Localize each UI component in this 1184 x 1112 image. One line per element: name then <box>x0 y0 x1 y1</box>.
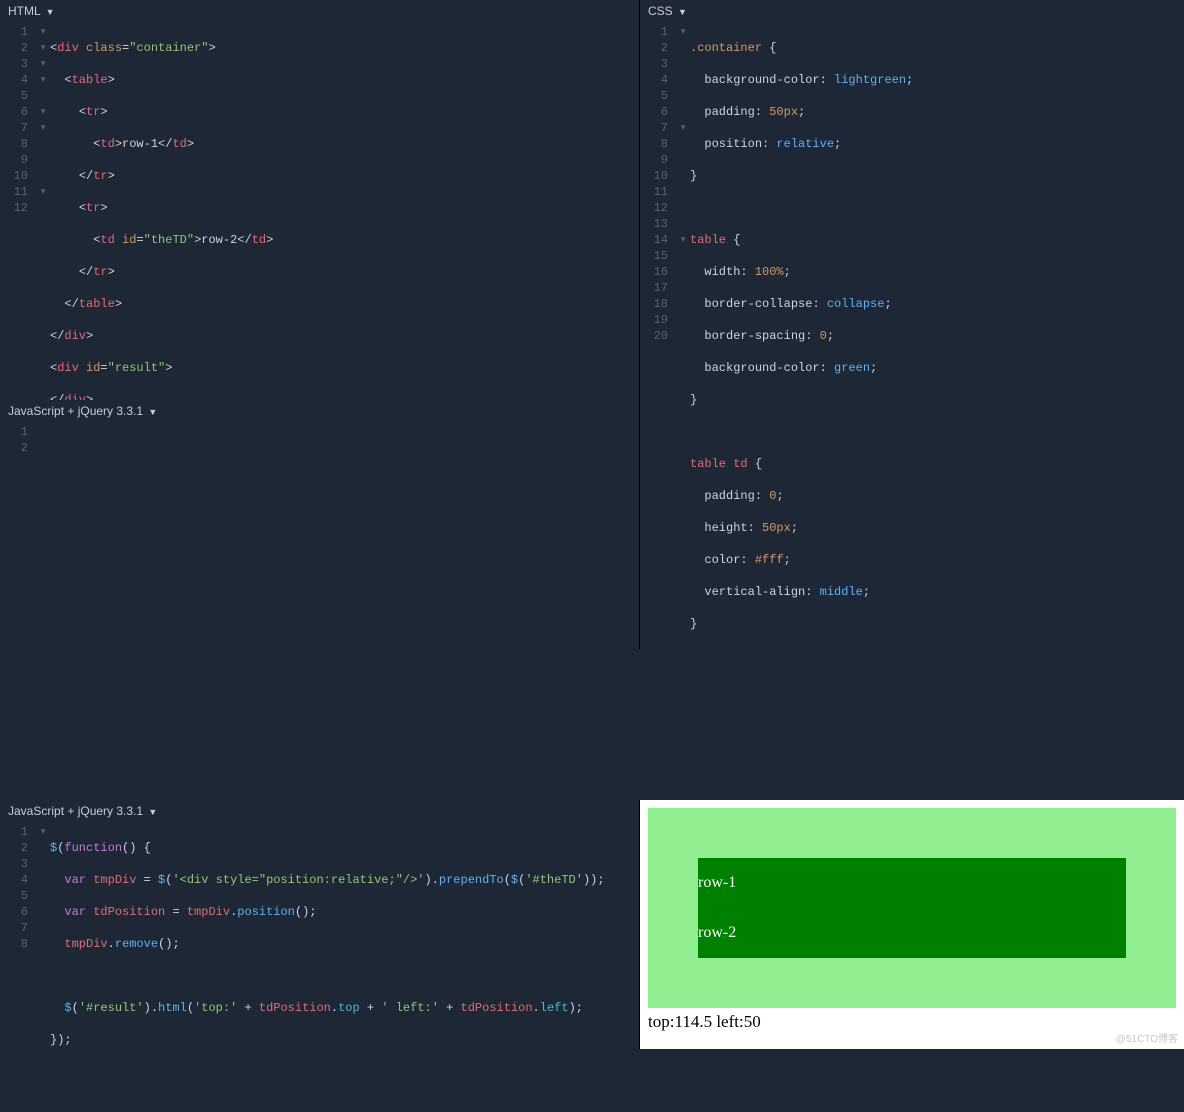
html-pane-label: HTML <box>8 4 40 18</box>
preview-cell-row1: row-1 <box>698 858 1126 908</box>
css-pane-header[interactable]: CSS ▼ <box>640 0 1184 20</box>
preview-result: top:114.5 left:50 <box>648 1012 1176 1032</box>
js-pane-header[interactable]: JavaScript + jQuery 3.3.1 ▼ <box>0 400 639 420</box>
css-code[interactable]: .container { background-color: lightgree… <box>688 20 913 696</box>
js-editor[interactable]: 12345678 ▾ $(function() { var tmpDiv = $… <box>0 820 639 1112</box>
preview-container: row-1 row-2 <box>648 808 1176 1008</box>
js-pane-label: JavaScript + jQuery 3.3.1 <box>8 804 143 818</box>
js-editor-pane: JavaScript + jQuery 3.3.1 ▼ 12 JavaScrip… <box>0 400 640 649</box>
html-fold-column: ▾▾▾▾▾▾▾ <box>38 20 48 440</box>
preview-table: row-1 row-2 <box>698 858 1126 958</box>
chevron-down-icon: ▼ <box>148 807 157 817</box>
css-gutter: 1234567891011121314151617181920 <box>640 20 678 696</box>
js-pane-label: JavaScript + jQuery 3.3.1 <box>8 404 143 418</box>
html-editor[interactable]: 123456789101112 ▾▾▾▾▾▾▾ <div class="cont… <box>0 20 639 440</box>
js-editor[interactable]: 12 <box>0 420 639 472</box>
preview-pane: row-1 row-2 top:114.5 left:50 @51CTO博客 <box>640 800 1184 1049</box>
chevron-down-icon: ▼ <box>148 407 157 417</box>
js-pane-header[interactable]: JavaScript + jQuery 3.3.1 ▼ <box>0 800 639 820</box>
js-code[interactable]: $(function() { var tmpDiv = $('<div styl… <box>48 820 605 1112</box>
html-gutter: 123456789101112 <box>0 20 38 440</box>
html-pane-header[interactable]: HTML ▼ <box>0 0 639 20</box>
js-fold-column: ▾ <box>38 820 48 1112</box>
css-fold-column: ▾▾▾ <box>678 20 688 696</box>
css-editor-pane: CSS ▼ 1234567891011121314151617181920 ▾▾… <box>640 0 1184 400</box>
html-code[interactable]: <div class="container"> <table> <tr> <td… <box>48 20 273 440</box>
watermark: @51CTO博客 <box>1116 1030 1178 1045</box>
js-gutter: 12345678 <box>0 820 38 1112</box>
js-editor-pane: JavaScript + jQuery 3.3.1 ▼ 12345678 ▾ $… <box>0 800 640 1049</box>
table-row: row-2 <box>698 908 1126 958</box>
css-editor[interactable]: 1234567891011121314151617181920 ▾▾▾ .con… <box>640 20 1184 696</box>
preview-cell-row2: row-2 <box>698 908 1126 958</box>
css-pane-label: CSS <box>648 4 673 18</box>
chevron-down-icon: ▼ <box>46 7 55 17</box>
js-gutter: 12 <box>0 420 38 472</box>
chevron-down-icon: ▼ <box>678 7 687 17</box>
table-row: row-1 <box>698 858 1126 908</box>
html-editor-pane: HTML ▼ 123456789101112 ▾▾▾▾▾▾▾ <div clas… <box>0 0 640 400</box>
